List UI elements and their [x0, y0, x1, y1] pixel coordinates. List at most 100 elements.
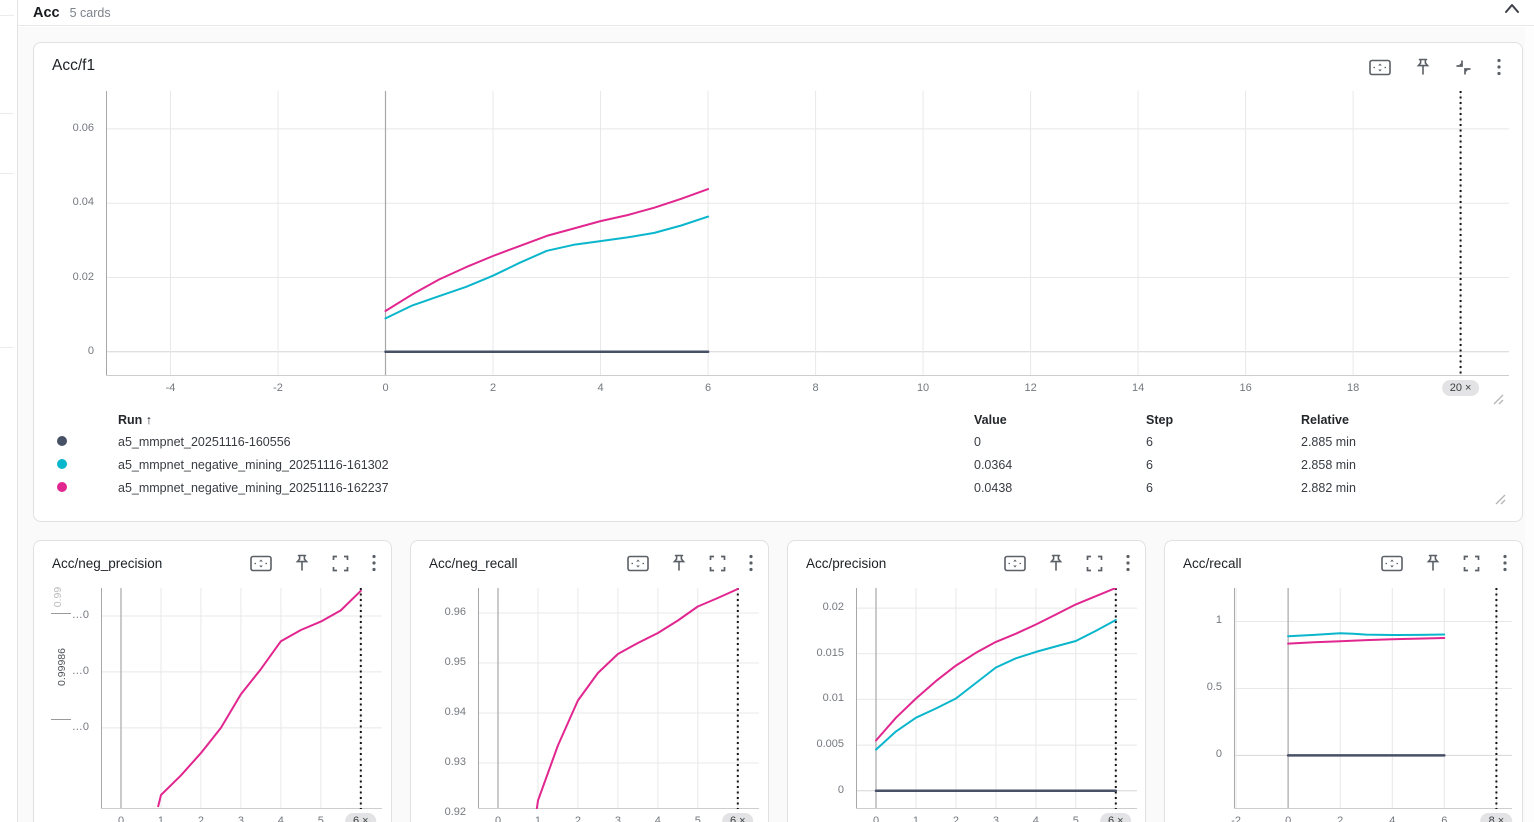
x-tick-label: 4 [1367, 815, 1417, 822]
panel-title: Acc/neg_precision [52, 556, 162, 571]
chart-plot-acc-recall[interactable]: 00.51 -20246 8 × [1234, 588, 1512, 809]
y-tick-label: …0 [31, 721, 89, 733]
chart-plot-acc-precision[interactable]: 00.0050.010.0150.02 012345 6 × [856, 588, 1137, 809]
chevron-up-icon[interactable] [1500, 0, 1524, 19]
x-tick-label: 2 [468, 382, 518, 394]
autofit-icon[interactable] [250, 555, 272, 572]
panel-card-acc-neg-precision: Acc/neg_precision …0…0…0 012345 6 × 0.99… [33, 540, 392, 822]
x-axis-labels: 012345 [856, 815, 1137, 822]
y-tick-label: 0.95 [408, 656, 466, 668]
panel-title: Acc/neg_recall [429, 556, 518, 571]
pin-icon[interactable] [671, 554, 687, 572]
y-tick-label: 0 [1164, 748, 1222, 760]
kebab-menu-icon[interactable] [1125, 554, 1131, 572]
column-header-relative[interactable]: Relative [1301, 413, 1522, 427]
y-tick-label: 0.92 [408, 806, 466, 818]
run-name[interactable]: a5_mmpnet_negative_mining_20251116-16130… [118, 458, 974, 472]
autofit-icon[interactable] [1381, 555, 1403, 572]
x-axis-labels: 012345 [101, 815, 382, 822]
hidden-panel-edge [0, 0, 18, 822]
panel-toolbar [627, 553, 754, 573]
expand-panel-icon[interactable] [332, 555, 349, 572]
expand-panel-icon[interactable] [1463, 555, 1480, 572]
panel-toolbar [1004, 553, 1131, 573]
panel-toolbar [1369, 57, 1502, 77]
expand-panel-icon[interactable] [709, 555, 726, 572]
run-step: 6 [1146, 435, 1301, 449]
section-body: Acc/f1 00.020.040.06 -4-2024681012141618… [18, 27, 1534, 822]
chart-plot-acc-f1[interactable]: 00.020.040.06 -4-2024681012141618 20 × [106, 91, 1509, 376]
run-value: 0 [974, 435, 1146, 449]
run-relative: 2.885 min [1301, 435, 1522, 449]
chart-plot-acc-neg-recall[interactable]: 0.960.950.940.930.92 012345 6 × [478, 588, 759, 809]
section-header: Acc 5 cards [18, 0, 1534, 26]
y-tick-label: 1 [1164, 614, 1222, 626]
y-tick-label: 0.06 [36, 122, 94, 134]
kebab-menu-icon[interactable] [748, 554, 754, 572]
run-color-dot[interactable] [57, 482, 67, 492]
run-color-dot[interactable] [57, 459, 67, 469]
run-name[interactable]: a5_mmpnet_20251116-160556 [118, 435, 974, 449]
section-card-count: 5 cards [70, 6, 111, 20]
run-step: 6 [1146, 481, 1301, 495]
section-title: Acc [33, 5, 60, 21]
panel-title: Acc/precision [806, 556, 886, 571]
y-tick-label: 0 [786, 784, 844, 796]
x-tick-label: 8 [791, 382, 841, 394]
expand-panel-icon[interactable] [1086, 555, 1103, 572]
x-tick-label: 2 [1315, 815, 1365, 822]
x-tick-label: -2 [253, 382, 303, 394]
pin-icon[interactable] [294, 554, 310, 572]
y-tick-label: 0.02 [786, 601, 844, 613]
run-relative: 2.858 min [1301, 458, 1522, 472]
step-badge[interactable]: 6 × [1100, 813, 1132, 822]
x-tick-label: 4 [576, 382, 626, 394]
rotated-y-axis-label: 0.99 [52, 567, 64, 627]
kebab-menu-icon[interactable] [1502, 554, 1508, 572]
chart-plot-acc-neg-precision[interactable]: …0…0…0 012345 6 × 0.999860.99 [101, 588, 382, 809]
panel-toolbar [250, 553, 377, 573]
x-axis-labels: 012345 [478, 815, 759, 822]
step-badge[interactable]: 6 × [345, 813, 377, 822]
x-tick-label: -2 [1211, 815, 1261, 822]
x-tick-label: 16 [1221, 382, 1271, 394]
y-tick-label: 0.94 [408, 706, 466, 718]
x-tick-label: 6 [1419, 815, 1469, 822]
pin-icon[interactable] [1415, 58, 1431, 76]
column-header-value[interactable]: Value [974, 413, 1146, 427]
resize-handle[interactable] [1493, 392, 1504, 410]
x-tick-label: 12 [1006, 382, 1056, 394]
column-header-step[interactable]: Step [1146, 413, 1301, 427]
y-tick-label: 0.5 [1164, 681, 1222, 693]
panel-card-acc-f1: Acc/f1 00.020.040.06 -4-2024681012141618… [33, 42, 1523, 522]
y-axis-tick-dash [51, 719, 71, 720]
y-tick-label: 0.96 [408, 606, 466, 618]
kebab-menu-icon[interactable] [1496, 58, 1502, 76]
x-axis-labels: -4-2024681012141618 [106, 382, 1509, 396]
panel-toolbar [1381, 553, 1508, 573]
x-tick-label: 5 [1051, 815, 1101, 822]
collapse-panel-icon[interactable] [1455, 59, 1472, 76]
pin-icon[interactable] [1048, 554, 1064, 572]
pin-icon[interactable] [1425, 554, 1441, 572]
y-axis-labels: 00.0050.010.0150.02 [792, 588, 850, 809]
run-value: 0.0364 [974, 458, 1146, 472]
column-header-run[interactable]: Run ↑ [118, 413, 974, 427]
resize-handle[interactable] [1495, 492, 1506, 510]
run-row[interactable]: a5_mmpnet_20251116-160556 0 6 2.885 min [34, 430, 1522, 453]
x-axis-labels: -20246 [1234, 815, 1512, 822]
autofit-icon[interactable] [1004, 555, 1026, 572]
run-row[interactable]: a5_mmpnet_negative_mining_20251116-16223… [34, 476, 1522, 499]
x-tick-label: 10 [898, 382, 948, 394]
run-color-dot[interactable] [57, 436, 67, 446]
run-value: 0.0438 [974, 481, 1146, 495]
autofit-icon[interactable] [1369, 59, 1391, 76]
step-badge[interactable]: 6 × [722, 813, 754, 822]
autofit-icon[interactable] [627, 555, 649, 572]
step-badge[interactable]: 8 × [1481, 813, 1513, 822]
run-name[interactable]: a5_mmpnet_negative_mining_20251116-16223… [118, 481, 974, 495]
y-tick-label: 0.005 [786, 738, 844, 750]
run-row[interactable]: a5_mmpnet_negative_mining_20251116-16130… [34, 453, 1522, 476]
step-badge[interactable]: 20 × [1442, 380, 1480, 396]
kebab-menu-icon[interactable] [371, 554, 377, 572]
